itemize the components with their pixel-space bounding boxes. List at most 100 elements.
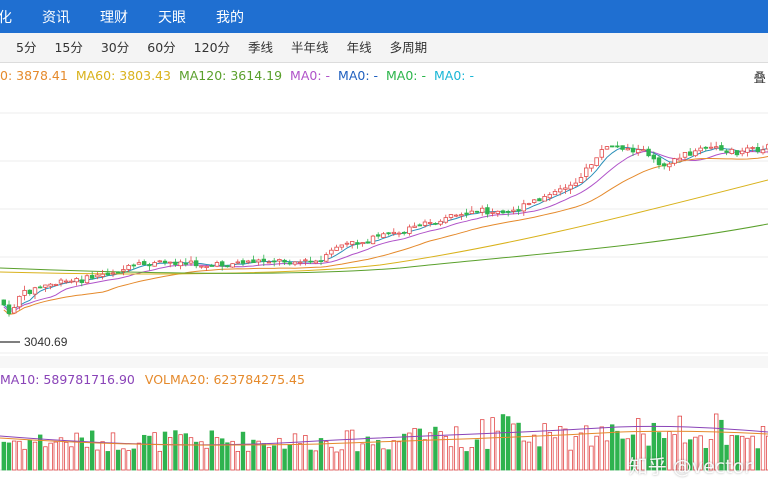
- candle-body: [167, 261, 173, 264]
- candle-body: [672, 158, 677, 164]
- candle-body: [64, 280, 69, 283]
- candle-body: [271, 260, 277, 263]
- candle-body: [532, 199, 537, 203]
- candle-body: [750, 147, 755, 149]
- candle-body: [422, 221, 428, 226]
- volume-bar: [615, 430, 620, 471]
- candle-body: [157, 260, 162, 263]
- candle-body: [615, 145, 620, 148]
- volume-bar: [214, 437, 220, 471]
- candle-body: [375, 234, 381, 237]
- moving-average-lines: [0, 146, 768, 315]
- candle-body: [323, 254, 329, 262]
- candle-body: [386, 232, 391, 235]
- candle-body: [677, 157, 682, 161]
- volume-bar: [516, 422, 521, 471]
- candle-body: [391, 231, 396, 234]
- candle-body: [719, 145, 724, 151]
- candle-body: [173, 261, 178, 265]
- volume-bar: [453, 426, 459, 471]
- volume-bar: [344, 430, 350, 471]
- candle-body: [734, 150, 740, 156]
- candle-body: [277, 259, 282, 262]
- candle-body: [625, 148, 630, 151]
- candle-body: [459, 214, 464, 217]
- volume-bar: [152, 432, 157, 471]
- candle-body: [152, 262, 157, 267]
- volume-bar: [271, 445, 277, 471]
- candle-body: [105, 272, 110, 276]
- candle-body: [464, 212, 469, 215]
- volume-bar: [141, 434, 147, 471]
- ma20-line: [3, 156, 768, 315]
- volume-bar: [32, 441, 38, 471]
- volume-bar: [131, 448, 136, 471]
- candle-body: [147, 264, 152, 267]
- volume-bar: [589, 445, 594, 471]
- volume-bar: [266, 446, 272, 471]
- volume-bar: [422, 439, 428, 471]
- candle-body: [584, 167, 589, 177]
- candle-body: [495, 210, 500, 214]
- volume-bar: [386, 449, 391, 471]
- volume-bar: [58, 437, 64, 471]
- candle-body: [433, 222, 438, 225]
- volume-bar: [760, 426, 766, 471]
- volume-bar: [204, 447, 209, 471]
- volume-bar: [147, 435, 152, 471]
- volume-bar: [240, 431, 246, 471]
- volume-bar: [360, 443, 365, 471]
- candle-body: [526, 203, 532, 205]
- volume-bar: [136, 442, 142, 471]
- candle-body: [214, 262, 220, 267]
- candle-body: [547, 194, 552, 199]
- volume-bar: [256, 440, 261, 471]
- candle-body: [204, 265, 209, 269]
- volume-bar: [323, 440, 329, 471]
- volume-bar: [74, 432, 79, 471]
- volume-bar: [6, 442, 12, 471]
- candle-body: [641, 149, 646, 152]
- candle-body: [219, 261, 225, 267]
- candle-body: [599, 149, 604, 158]
- candle-body: [17, 295, 22, 308]
- volume-bar: [474, 439, 480, 471]
- ma10-line: [3, 150, 768, 312]
- volume-bar: [17, 440, 22, 471]
- volume-bar: [443, 436, 448, 471]
- candle-body: [95, 274, 100, 278]
- volume-bar: [95, 449, 100, 471]
- candle-body: [1, 299, 6, 306]
- candle-body: [485, 207, 490, 215]
- candle-body: [636, 149, 641, 154]
- kline-chart[interactable]: 3040.69: [0, 0, 768, 500]
- candle-body: [6, 304, 12, 315]
- candle-body: [48, 283, 53, 287]
- candle-body: [610, 145, 615, 148]
- candle-body: [209, 265, 214, 267]
- candle-body: [162, 260, 168, 264]
- candle-body: [292, 261, 298, 265]
- candle-body: [620, 145, 625, 150]
- candle-body: [131, 264, 136, 267]
- volume-bar: [568, 449, 573, 471]
- candle-body: [136, 262, 142, 265]
- volume-bar: [22, 448, 27, 471]
- volume-bar: [552, 437, 558, 471]
- volume-bar: [219, 438, 225, 471]
- volume-bar: [381, 448, 386, 471]
- candle-body: [27, 289, 32, 294]
- volume-bar: [584, 425, 589, 471]
- volume-bar: [261, 443, 266, 471]
- volume-bar: [105, 451, 110, 471]
- volume-bar: [287, 444, 292, 471]
- candle-body: [334, 246, 339, 251]
- candle-body: [121, 269, 126, 272]
- candle-body: [667, 163, 672, 168]
- candle-body: [381, 233, 386, 238]
- volume-bar: [469, 447, 474, 471]
- candle-body: [308, 260, 313, 263]
- volume-bar: [48, 442, 53, 471]
- volume-bar: [485, 448, 490, 471]
- candle-body: [74, 278, 79, 283]
